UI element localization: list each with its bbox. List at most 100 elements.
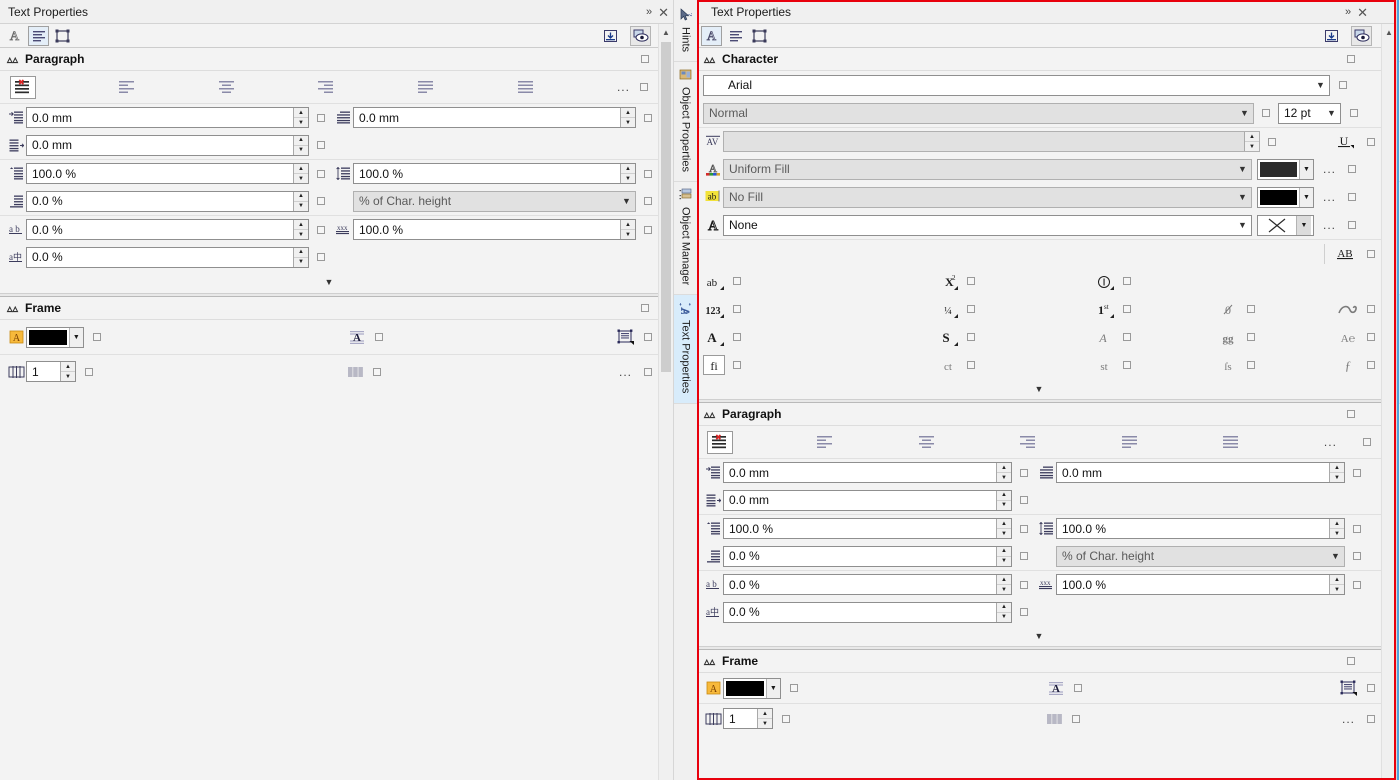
spacing-units-select[interactable]: % of Char. height ▼ (1056, 545, 1345, 567)
chevron-down-icon[interactable]: ▼ (68, 327, 83, 347)
stepper[interactable]: ▲ ▼ (620, 108, 635, 127)
columns-checkbox[interactable] (782, 714, 790, 723)
char-spacing-input[interactable]: 0.0 % ▲ ▼ (723, 574, 1012, 595)
left-indent-input[interactable]: 0.0 mm ▲ ▼ (723, 489, 1012, 511)
background-color-swatch[interactable]: ▼ (1257, 186, 1314, 208)
frame-section-checkbox[interactable] (641, 304, 649, 312)
field-checkbox[interactable] (644, 225, 652, 234)
ot-checkbox[interactable] (967, 277, 975, 285)
paragraph-overflow-button[interactable]: ... (617, 81, 630, 93)
ot-checkbox[interactable] (1367, 361, 1375, 369)
slashed-zero-icon[interactable]: 0 (1217, 299, 1239, 319)
frame-flow-checkbox[interactable] (644, 333, 652, 341)
font-family-checkbox[interactable] (1339, 81, 1347, 89)
ot-checkbox[interactable] (1247, 361, 1255, 369)
paragraph-tab[interactable] (28, 25, 49, 46)
align-left[interactable] (816, 435, 834, 450)
field-checkbox[interactable] (1020, 496, 1028, 504)
underline-icon[interactable]: U (1332, 133, 1358, 151)
outline-color-swatch[interactable]: ▼ (1257, 214, 1314, 236)
frame-flow-icon[interactable] (616, 328, 636, 346)
chevron-down-icon[interactable]: ▼ (1296, 215, 1311, 235)
right-indent-input[interactable]: 0.0 mm ▲ ▼ (353, 107, 636, 128)
right-indent-input[interactable]: 0.0 mm ▲ ▼ (1056, 462, 1345, 483)
outline-checkbox[interactable] (1348, 221, 1357, 229)
chevron-down-icon[interactable]: ▼ (1234, 160, 1251, 179)
columns-input[interactable]: 1 ▲ ▼ (26, 361, 76, 382)
stepper[interactable]: ▲ ▼ (293, 108, 308, 127)
scroll-up-arrow[interactable]: ▲ (1382, 24, 1396, 40)
sidebar-tab-hints[interactable]: ? Hints (673, 2, 698, 63)
field-checkbox[interactable] (1020, 552, 1028, 560)
chevron-down-icon[interactable]: ▼ (1299, 159, 1313, 179)
paragraph-section-checkbox[interactable] (1347, 410, 1355, 418)
standard-ligature-icon[interactable]: fi (703, 355, 725, 375)
font-size-checkbox[interactable] (1350, 109, 1358, 117)
preview-eye-icon[interactable] (630, 25, 651, 46)
paragraph-expand-more[interactable]: ▼ (697, 626, 1381, 646)
ot-checkbox[interactable] (733, 277, 741, 285)
ot-checkbox[interactable] (733, 333, 741, 341)
paragraph-section-checkbox[interactable] (641, 55, 649, 63)
collapse-caret-icon[interactable]: ▵▵ (7, 53, 18, 66)
paragraph-tab[interactable] (725, 26, 746, 46)
fill-type-select[interactable]: Uniform Fill ▼ (723, 158, 1252, 180)
space-before-input[interactable]: 100.0 % ▲ ▼ (723, 518, 1012, 539)
ot-checkbox[interactable] (967, 305, 975, 313)
chevron-down-icon[interactable]: ▼ (1236, 104, 1253, 123)
char-spacing-input[interactable]: 0.0 % ▲ ▼ (26, 219, 309, 240)
word-spacing-input[interactable]: 0.0 % ▲ ▼ (723, 601, 1012, 623)
frame-section-header[interactable]: ▵▵ Frame (697, 650, 1381, 673)
background-overflow-button[interactable]: ... (1323, 191, 1336, 203)
close-icon[interactable]: ✕ (1357, 6, 1368, 19)
ot-checkbox[interactable] (1123, 277, 1131, 285)
first-line-indent-input[interactable]: 0.0 mm ▲ ▼ (723, 462, 1012, 483)
chevron-down-icon[interactable]: ▼ (1312, 76, 1329, 95)
frame-section-checkbox[interactable] (1347, 657, 1355, 665)
space-after-input[interactable]: 0.0 % ▲ ▼ (26, 190, 309, 212)
field-checkbox[interactable] (317, 253, 325, 261)
right-panel-scrollbar[interactable]: ▲ (1381, 24, 1396, 780)
font-style-checkbox[interactable] (1262, 109, 1270, 117)
outline-type-select[interactable]: None ▼ (723, 214, 1252, 236)
chevron-down-icon[interactable]: ▼ (1323, 104, 1340, 123)
alignment-checkbox[interactable] (1363, 438, 1371, 446)
language-spacing-input[interactable]: 100.0 % ▲ ▼ (1056, 574, 1345, 595)
fill-checkbox[interactable] (1348, 165, 1357, 173)
stepper[interactable]: ▲ ▼ (293, 191, 308, 211)
collapse-chevrons-icon[interactable]: » (1345, 6, 1351, 18)
text-wrap-icon[interactable]: A (1046, 679, 1066, 697)
text-wrap-checkbox[interactable] (375, 333, 383, 341)
import-icon[interactable] (1321, 26, 1342, 46)
align-none[interactable]: ✖ (10, 75, 36, 99)
ot-checkbox[interactable] (967, 333, 975, 341)
stepper[interactable]: ▲ ▼ (996, 490, 1011, 510)
align-left[interactable] (118, 80, 136, 95)
field-checkbox[interactable] (317, 197, 325, 205)
character-effects-checkbox[interactable] (1367, 249, 1375, 258)
frame-fill-color-swatch[interactable]: ▼ (26, 326, 84, 348)
background-checkbox[interactable] (1348, 193, 1357, 201)
ot-checkbox[interactable] (1123, 333, 1131, 341)
column-settings-icon[interactable] (345, 363, 365, 381)
field-checkbox[interactable] (644, 113, 652, 122)
stepper[interactable]: ▲ ▼ (1244, 132, 1259, 151)
field-checkbox[interactable] (1353, 580, 1361, 589)
align-full-justify[interactable] (417, 80, 435, 95)
stepper[interactable]: ▲ ▼ (996, 519, 1011, 538)
outline-overflow-button[interactable]: ... (1323, 219, 1336, 231)
character-section-checkbox[interactable] (1347, 55, 1355, 63)
italic-alternate-icon[interactable]: A (1093, 327, 1115, 347)
field-checkbox[interactable] (317, 225, 325, 234)
stepper[interactable]: ▲ ▼ (60, 362, 75, 381)
align-center[interactable] (918, 435, 936, 450)
kerning-checkbox[interactable] (1268, 137, 1276, 146)
field-checkbox[interactable] (644, 197, 652, 205)
all-caps-underline-icon[interactable]: AB (1324, 243, 1358, 264)
superscript-icon[interactable]: X2 (937, 271, 959, 291)
stepper[interactable]: ▲ ▼ (996, 463, 1011, 482)
ot-checkbox[interactable] (1247, 333, 1255, 341)
field-checkbox[interactable] (644, 169, 652, 178)
font-family-select[interactable]: Arial ▼ (703, 74, 1330, 96)
fill-color-swatch[interactable]: ▼ (1257, 158, 1314, 180)
